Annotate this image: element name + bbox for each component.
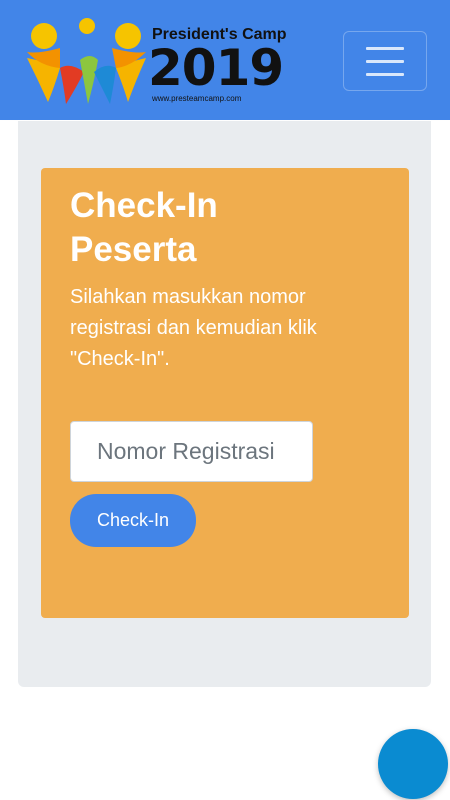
logo-url: www.presteamcamp.com [152,94,242,103]
checkin-title: Check-In Peserta [70,186,218,269]
hamburger-menu-icon [366,46,404,50]
navbar: President's Camp 2019 www.presteamcamp.c… [0,0,450,120]
brand-logo[interactable]: President's Camp 2019 www.presteamcamp.c… [24,18,287,108]
floating-action-button[interactable] [378,729,448,799]
hamburger-menu-icon-bar [366,72,404,76]
check-in-button[interactable]: Check-In [70,494,196,547]
navbar-toggle-button[interactable] [343,31,427,91]
hamburger-menu-icon-bar [366,59,404,63]
logo-year: 2019 [148,39,284,97]
people-logo-icon [27,18,146,104]
checkin-description: Silahkan masukkan nomor registrasi dan k… [70,286,317,370]
registration-number-input[interactable] [70,421,313,482]
